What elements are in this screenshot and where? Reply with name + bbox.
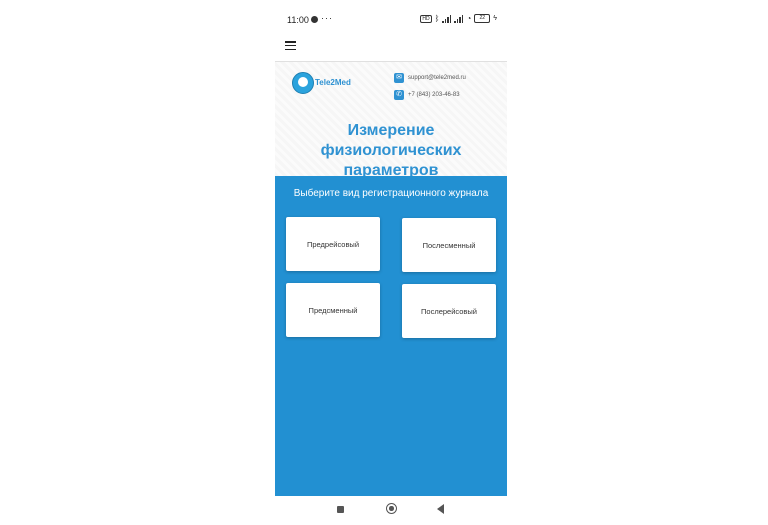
email-contact[interactable]: ✉ support@tele2med.ru [394, 73, 466, 83]
status-dots: ··· [321, 13, 333, 23]
hero-header: Tele2Med ✉ support@tele2med.ru ✆ +7 (843… [275, 62, 507, 179]
signal-icon-2 [454, 14, 464, 23]
tele2med-logo-icon [292, 72, 314, 94]
journal-panel: Выберите вид регистрационного журнала Пр… [275, 176, 507, 496]
app-toolbar [275, 33, 507, 62]
mail-icon: ✉ [394, 73, 404, 83]
hd-icon: HD [420, 14, 432, 23]
hamburger-icon[interactable] [285, 41, 296, 51]
status-icons: HD ᛒ ◔ 22 ϟ [420, 14, 497, 23]
signal-icon [442, 14, 452, 23]
journal-option-pre-shift[interactable]: Предсменный [286, 283, 380, 337]
journal-option-post-trip[interactable]: Послерейсовый [402, 284, 496, 338]
page-title: Измерение физиологических параметров [275, 121, 507, 181]
home-icon[interactable] [386, 503, 397, 514]
wifi-icon: ◔ [466, 14, 472, 23]
charging-icon: ϟ [493, 15, 497, 22]
recording-icon [311, 16, 318, 23]
journal-prompt: Выберите вид регистрационного журнала [293, 188, 489, 199]
back-icon[interactable] [437, 504, 444, 514]
brand-name: Tele2Med [315, 78, 351, 87]
journal-option-post-shift[interactable]: Послесменный [402, 218, 496, 272]
phone-text[interactable]: +7 (843) 203-46-83 [408, 92, 460, 98]
status-time: 11:00 [287, 15, 309, 25]
phone-icon: ✆ [394, 90, 404, 100]
journal-option-pre-trip[interactable]: Предрейсовый [286, 217, 380, 271]
battery-icon: 22 [474, 14, 491, 23]
system-nav-bar [275, 496, 507, 525]
status-bar: 11:00 ··· HD ᛒ ◔ 22 ϟ [275, 11, 507, 31]
page-title-line-1: Измерение физиологических [320, 122, 462, 159]
recents-icon[interactable] [337, 506, 344, 513]
phone-screen: 11:00 ··· HD ᛒ ◔ 22 ϟ Tele2Med ✉ support… [275, 0, 507, 525]
phone-contact[interactable]: ✆ +7 (843) 203-46-83 [394, 90, 460, 100]
email-text[interactable]: support@tele2med.ru [408, 75, 466, 81]
bluetooth-icon: ᛒ [434, 14, 440, 23]
